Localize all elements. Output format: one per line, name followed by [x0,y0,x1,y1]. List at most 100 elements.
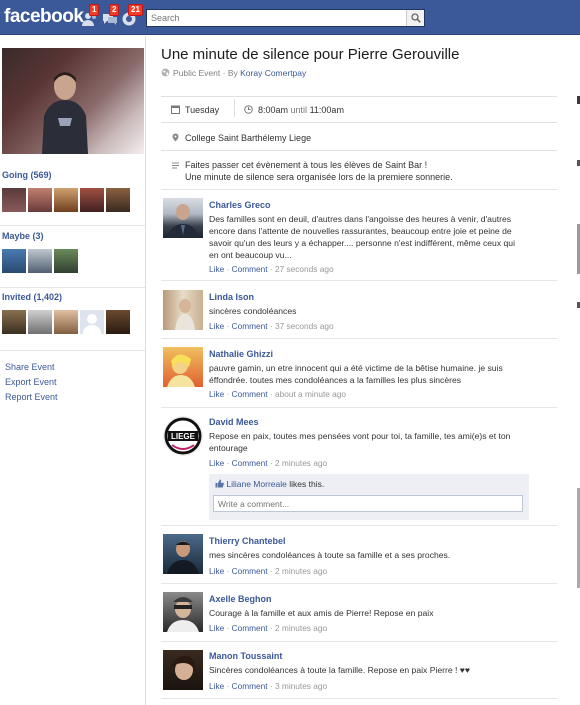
guest-avatar[interactable] [2,188,26,212]
guest-avatar[interactable] [54,310,78,334]
like-link[interactable]: Like [209,389,224,399]
like-link[interactable]: Like [209,566,224,576]
export-event-link[interactable]: Export Event [5,377,57,387]
comment-link[interactable]: Comment [232,623,268,633]
write-comment-input[interactable] [213,495,523,512]
main-content: Une minute de silence pour Pierre Gerouv… [147,36,580,705]
separator: · [269,458,273,468]
time-end: 11:00am [309,105,344,115]
friend-requests-badge: 1 [89,4,100,16]
comment-link[interactable]: Comment [232,458,268,468]
commenter-avatar[interactable] [163,290,203,330]
guest-avatar[interactable] [54,188,78,212]
like-link[interactable]: Like [209,264,224,274]
comment-meta: Like · Comment · 37 seconds ago [209,321,334,331]
search-input[interactable] [147,10,402,26]
commenter-name[interactable]: Manon Toussaint [209,651,282,661]
divider [161,338,557,339]
separator: · [226,458,230,468]
going-thumbs [2,188,130,212]
maybe-heading[interactable]: Maybe (3) [2,231,44,241]
commenter-avatar[interactable]: LIEGE [163,416,203,456]
avatar-logo-text: LIEGE [171,432,196,441]
guest-avatar[interactable] [2,310,26,334]
event-location[interactable]: College Saint Barthélemy Liege [185,133,311,143]
going-heading[interactable]: Going (569) [2,170,52,180]
comment-link[interactable]: Comment [232,681,268,691]
comment-line: sincères condoléances [209,306,297,316]
calendar-icon [171,105,180,114]
divider [161,525,557,526]
comment-link[interactable]: Comment [232,264,268,274]
divider [161,698,557,699]
separator: · [269,681,273,691]
comment-timestamp: about a minute ago [274,389,347,399]
separator: · [269,321,273,331]
comment-link[interactable]: Comment [232,321,268,331]
comment-line: pauvre gamin, un etre innocent qui a été… [209,363,503,373]
default-avatar-icon[interactable] [80,310,104,334]
divider [0,350,145,351]
like-link[interactable]: Like [209,623,224,633]
commenter-name[interactable]: Nathalie Ghizzi [209,349,273,359]
comment-line: savoir qu'un des leurs y a échapper.... … [209,238,515,248]
notifications-icon[interactable]: 21 [121,4,143,26]
separator: · [269,389,273,399]
guest-avatar[interactable] [80,188,104,212]
report-event-link[interactable]: Report Event [5,392,58,402]
commenter-avatar[interactable] [163,592,203,632]
commenter-avatar[interactable] [163,650,203,690]
commenter-avatar[interactable] [163,347,203,387]
like-link[interactable]: Like [209,681,224,691]
comment-line: Repose en paix, toutes mes pensées vont … [209,431,511,441]
guest-avatar[interactable] [54,249,78,273]
event-photo[interactable] [2,48,144,154]
commenter-name[interactable]: Charles Greco [209,200,271,210]
commenter-name[interactable]: Linda Ison [209,292,254,302]
invited-heading[interactable]: Invited (1,402) [2,292,62,302]
guest-avatar[interactable] [2,249,26,273]
likes-box: Liliane Morreale likes this. [209,474,529,520]
comment-meta: Like · Comment · 2 minutes ago [209,458,327,468]
comment-link[interactable]: Comment [232,566,268,576]
separator: · [226,623,230,633]
separator: · [226,321,230,331]
top-bar: facebook 1 2 21 [0,0,580,35]
guest-avatar[interactable] [106,310,130,334]
event-day: Tuesday [185,105,220,115]
comment-line: entourage [209,443,248,453]
separator: · [226,681,230,691]
liker-link[interactable]: Liliane Morreale [226,479,286,489]
commenter-avatar[interactable] [163,534,203,574]
commenter-avatar[interactable] [163,198,203,238]
share-event-link[interactable]: Share Event [5,362,55,372]
facebook-logo[interactable]: facebook [4,6,84,28]
separator: · [226,389,230,399]
messages-icon[interactable]: 2 [102,4,122,26]
separator: · [269,264,273,274]
comment-text: Courage à la famille et aux amis de Pier… [209,607,529,619]
right-edge-sliver [575,96,580,696]
divider [161,96,557,97]
comment-line: Courage à la famille et aux amis de Pier… [209,608,434,618]
comment-timestamp: 2 minutes ago [274,458,328,468]
host-link[interactable]: Koray Comertpay [240,68,306,78]
guest-avatar[interactable] [28,310,52,334]
comment-meta: Like · Comment · 2 minutes ago [209,566,327,576]
search-button[interactable] [406,10,424,26]
comment-timestamp: 37 seconds ago [274,321,334,331]
comment-text: pauvre gamin, un etre innocent qui a été… [209,362,529,386]
guest-avatar[interactable] [28,249,52,273]
commenter-name[interactable]: David Mees [209,417,259,427]
like-link[interactable]: Like [209,321,224,331]
commenter-name[interactable]: Axelle Beghon [209,594,272,604]
guest-avatar[interactable] [28,188,52,212]
comment-text: Repose en paix, toutes mes pensées vont … [209,430,529,454]
like-link[interactable]: Like [209,458,224,468]
commenter-name[interactable]: Thierry Chantebel [209,536,286,546]
messages-badge: 2 [109,4,120,16]
comment-meta: Like · Comment · 2 minutes ago [209,623,327,633]
guest-avatar[interactable] [106,188,130,212]
friend-requests-icon[interactable]: 1 [82,4,102,26]
comment-link[interactable]: Comment [232,389,268,399]
